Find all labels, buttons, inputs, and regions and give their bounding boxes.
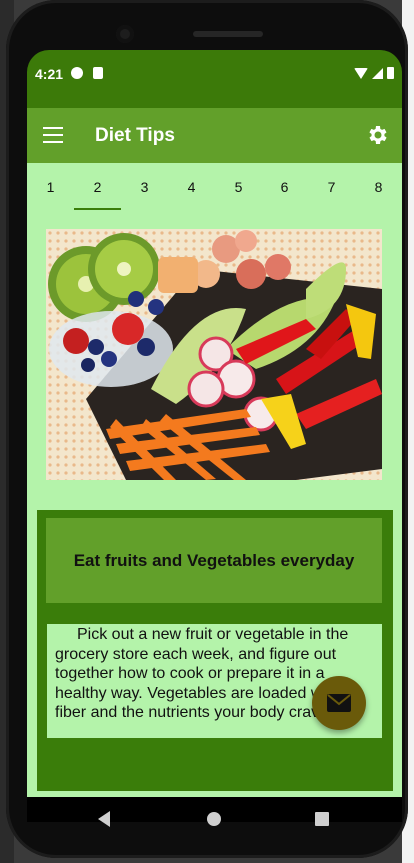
sd-card-icon — [93, 67, 103, 79]
speaker-grille — [193, 31, 263, 37]
tip-card: Eat fruits and Vegetables everyday Pick … — [37, 510, 393, 791]
tab-6[interactable]: 6 — [261, 163, 308, 211]
recent-apps-icon[interactable] — [315, 812, 329, 826]
tab-2[interactable]: 2 — [74, 163, 121, 211]
phone-frame: 4:21 Diet Tips 1 2 3 4 5 6 7 8 Eat fruit… — [6, 0, 408, 858]
home-icon[interactable] — [207, 812, 221, 826]
app-title: Diet Tips — [95, 125, 175, 146]
tab-4[interactable]: 4 — [168, 163, 215, 211]
hamburger-menu-icon[interactable] — [43, 127, 63, 143]
tab-1[interactable]: 1 — [27, 163, 74, 211]
fruits-vegetables-image — [46, 229, 382, 480]
wifi-icon — [354, 67, 368, 79]
tab-3[interactable]: 3 — [121, 163, 168, 211]
signal-icon — [372, 67, 383, 79]
tab-7[interactable]: 7 — [308, 163, 355, 211]
app-bar: Diet Tips — [27, 108, 402, 163]
tab-bar: 1 2 3 4 5 6 7 8 — [27, 163, 402, 211]
status-bar: 4:21 — [27, 50, 402, 108]
back-icon[interactable] — [98, 811, 110, 827]
battery-icon — [387, 67, 394, 79]
status-icons — [354, 66, 394, 80]
gear-icon[interactable] — [366, 123, 390, 147]
status-time: 4:21 — [35, 66, 64, 82]
selected-tab-indicator — [74, 208, 121, 210]
tip-title: Eat fruits and Vegetables everyday — [46, 518, 382, 603]
mail-icon — [327, 694, 351, 712]
tab-5[interactable]: 5 — [215, 163, 262, 211]
camera-icon — [116, 25, 134, 43]
notification-icon — [71, 67, 83, 79]
email-fab-button[interactable] — [312, 676, 366, 730]
system-navigation — [33, 800, 393, 840]
tab-8[interactable]: 8 — [355, 163, 402, 211]
